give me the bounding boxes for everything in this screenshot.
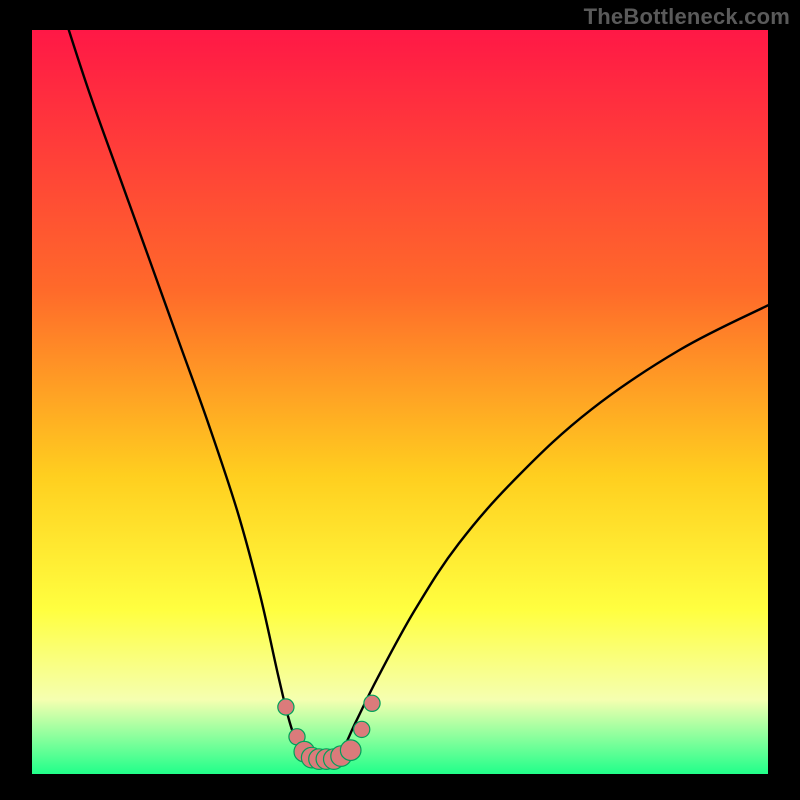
highlight-marker [354,721,370,737]
highlight-marker [340,740,361,761]
plot-background [32,30,768,774]
highlight-marker [364,695,380,711]
chart-frame: TheBottleneck.com [0,0,800,800]
watermark-text: TheBottleneck.com [584,4,790,30]
bottleneck-chart [0,0,800,800]
highlight-marker [278,699,294,715]
